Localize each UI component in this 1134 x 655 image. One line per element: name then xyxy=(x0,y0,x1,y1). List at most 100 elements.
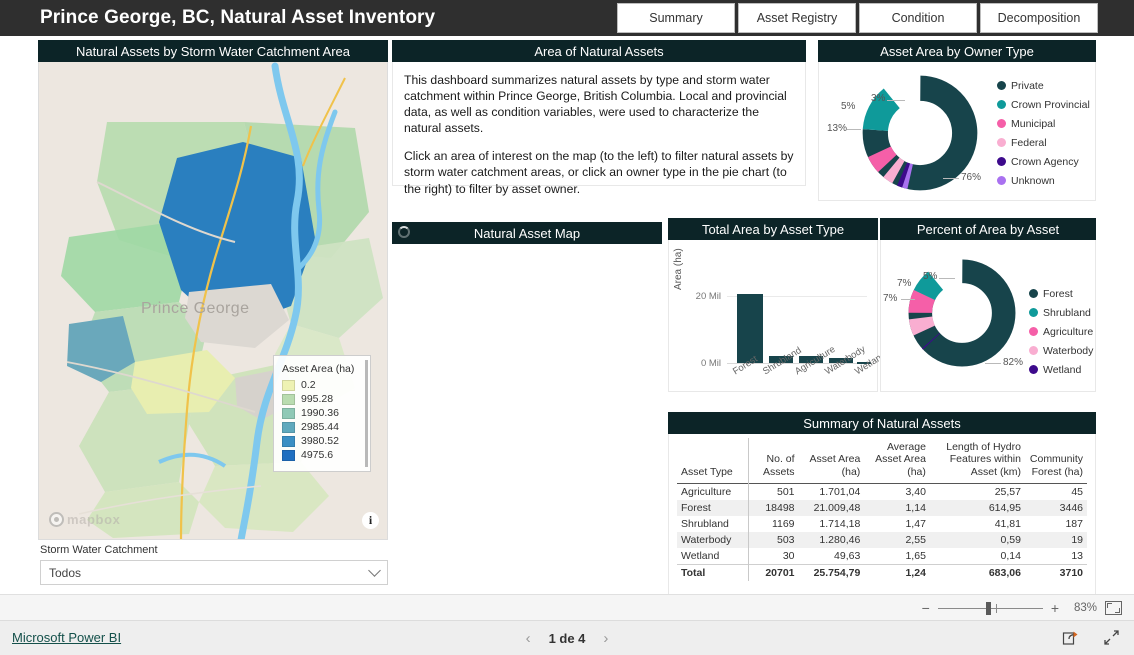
legend-label: Forest xyxy=(1043,287,1073,300)
cell-no-of-assets: 501 xyxy=(748,483,799,501)
zoom-slider-thumb[interactable] xyxy=(985,601,991,615)
natural-asset-map-visual[interactable]: Natural Asset Map xyxy=(392,222,662,244)
zoom-out-button[interactable]: − xyxy=(922,601,930,615)
tab-summary[interactable]: Summary xyxy=(617,3,735,33)
fullscreen-icon[interactable] xyxy=(1103,629,1120,651)
text-visual-title: Area of Natural Assets xyxy=(392,40,806,62)
prev-page-button[interactable]: ‹ xyxy=(526,630,531,647)
legend-item-forest[interactable]: Forest xyxy=(1029,284,1093,303)
tab-strip: Summary Asset Registry Condition Decompo… xyxy=(617,3,1098,33)
slicer-dropdown[interactable]: Todos xyxy=(40,560,388,585)
legend-item-unknown[interactable]: Unknown xyxy=(997,171,1090,190)
page-navigation: ‹ 1 de 4 › xyxy=(0,630,1134,647)
cell-asset-type: Waterbody xyxy=(681,534,732,547)
owner-donut-title: Asset Area by Owner Type xyxy=(818,40,1096,62)
map-canvas[interactable]: Prince George Asset Area (ha) 0.2 995.28… xyxy=(38,62,388,540)
storm-water-catchment-slicer[interactable]: Storm Water Catchment Todos xyxy=(40,544,388,585)
table-row[interactable]: Forest 18498 21.009,48 1,14 614,95 3446 xyxy=(677,500,1087,517)
app-header-bar: Prince George, BC, Natural Asset Invento… xyxy=(0,0,1134,36)
col-asset-type[interactable]: Asset Type xyxy=(677,438,749,484)
zoom-control: − + 83% xyxy=(922,595,1122,621)
table-row[interactable]: Shrubland 1169 1.714,18 1,47 41,81 187 xyxy=(677,516,1087,533)
legend-label: Crown Provincial xyxy=(1011,98,1090,111)
legend-value: 4975.6 xyxy=(301,449,334,461)
legend-item-wetland[interactable]: Wetland xyxy=(1029,360,1093,379)
cell-total-area: 25.754,79 xyxy=(798,564,865,582)
legend-item-federal[interactable]: Federal xyxy=(997,133,1090,152)
col-community-forest[interactable]: Community Forest (ha) xyxy=(1025,438,1087,484)
legend-label: Wetland xyxy=(1043,363,1082,376)
chevron-down-icon[interactable] xyxy=(368,564,381,577)
legend-item-private[interactable]: Private xyxy=(997,76,1090,95)
cell-community-forest: 13 xyxy=(1071,550,1083,563)
legend-label: Agriculture xyxy=(1043,325,1094,338)
legend-dot-icon xyxy=(997,119,1006,128)
footer-bar: Microsoft Power BI ‹ 1 de 4 › xyxy=(0,620,1134,655)
cell-asset-type: Wetland xyxy=(681,550,720,563)
mapbox-attribution-label: mapbox xyxy=(67,512,121,527)
col-asset-area[interactable]: Asset Area (ha) xyxy=(799,438,865,484)
cell-asset-area: 49,63 xyxy=(834,550,861,563)
cell-hydro-length: 614,95 xyxy=(988,502,1021,515)
info-icon[interactable]: i xyxy=(362,512,379,529)
bar-chart-visual[interactable]: Total Area by Asset Type Area (ha) 20 Mi… xyxy=(668,218,888,392)
legend-item-crown-agency[interactable]: Crown Agency xyxy=(997,152,1090,171)
text-visual-body: This dashboard summarizes natural assets… xyxy=(392,62,806,196)
legend-dot-icon xyxy=(997,176,1006,185)
map-legend-item: 1990.36 xyxy=(282,407,362,419)
table-row[interactable]: Wetland 30 49,63 1,65 0,14 13 xyxy=(677,548,1087,565)
owner-donut-visual[interactable]: Asset Area by Owner Type 13% 5% 3% 76% P… xyxy=(818,40,1096,201)
share-icon[interactable] xyxy=(1062,629,1079,651)
leader-line xyxy=(847,129,861,130)
summary-table-title: Summary of Natural Assets xyxy=(668,412,1096,434)
zoom-slider[interactable] xyxy=(937,601,1043,615)
cell-community-forest: 3446 xyxy=(1059,502,1083,515)
fit-to-page-icon[interactable] xyxy=(1105,601,1122,615)
legend-swatch xyxy=(282,435,295,447)
bar-forest[interactable] xyxy=(737,294,763,363)
map-legend-item: 4975.6 xyxy=(282,449,362,461)
col-average-area[interactable]: Average Asset Area (ha) xyxy=(864,438,930,484)
legend-scrollbar[interactable] xyxy=(365,360,368,467)
cell-hydro-length: 41,81 xyxy=(994,518,1021,531)
legend-dot-icon xyxy=(1029,365,1038,374)
legend-item-shrubland[interactable]: Shrubland xyxy=(1029,303,1093,322)
legend-item-waterbody[interactable]: Waterbody xyxy=(1029,341,1093,360)
map-visual[interactable]: Natural Assets by Storm Water Catchment … xyxy=(38,40,388,540)
text-paragraph-2: Click an area of interest on the map (to… xyxy=(404,149,794,196)
legend-value: 995.28 xyxy=(301,393,334,405)
zoom-slider-notch xyxy=(995,603,997,613)
next-page-button[interactable]: › xyxy=(603,630,608,647)
text-paragraph-1: This dashboard summarizes natural assets… xyxy=(404,73,787,136)
col-no-of-assets[interactable]: No. of Assets xyxy=(748,438,799,484)
leader-line xyxy=(985,363,1001,364)
map-legend-title: Asset Area (ha) xyxy=(282,363,355,375)
cell-average-area: 3,40 xyxy=(905,486,926,499)
cell-hydro-length: 0,14 xyxy=(1000,550,1021,563)
legend-swatch xyxy=(282,449,295,461)
tab-condition[interactable]: Condition xyxy=(859,3,977,33)
table-row[interactable]: Agriculture 501 1.701,04 3,40 25,57 45 xyxy=(677,483,1087,501)
legend-item-agriculture[interactable]: Agriculture xyxy=(1029,322,1093,341)
table-row[interactable]: Waterbody 503 1.280,46 2,55 0,59 19 xyxy=(677,532,1087,549)
report-canvas: Natural Assets by Storm Water Catchment … xyxy=(0,36,1134,600)
slicer-label: Storm Water Catchment xyxy=(40,544,158,556)
legend-value: 3980.52 xyxy=(301,435,339,447)
leader-line xyxy=(887,100,905,101)
summary-table-visual[interactable]: Summary of Natural Assets Asset Type No.… xyxy=(668,412,1096,600)
zoom-in-button[interactable]: + xyxy=(1051,601,1059,615)
tab-asset-registry[interactable]: Asset Registry xyxy=(738,3,856,33)
legend-item-crown-provincial[interactable]: Crown Provincial xyxy=(997,95,1090,114)
tab-decomposition[interactable]: Decomposition xyxy=(980,3,1098,33)
col-hydro-length[interactable]: Length of Hydro Features within Asset (k… xyxy=(930,438,1025,484)
map-legend-item: 3980.52 xyxy=(282,435,362,447)
owner-pct-label-municipal: 5% xyxy=(841,101,856,112)
cell-total-assets: 20701 xyxy=(748,564,799,582)
legend-dot-icon xyxy=(1029,346,1038,355)
cell-asset-type: Agriculture xyxy=(681,486,732,499)
legend-item-municipal[interactable]: Municipal xyxy=(997,114,1090,133)
legend-label: Federal xyxy=(1011,136,1047,149)
cell-hydro-length: 25,57 xyxy=(994,486,1021,499)
asset-donut-visual[interactable]: Percent of Area by Asset 7% 7% 5% 82% Fo… xyxy=(880,218,1096,392)
asset-legend: Forest Shrubland Agriculture Waterbody W… xyxy=(1029,284,1093,379)
